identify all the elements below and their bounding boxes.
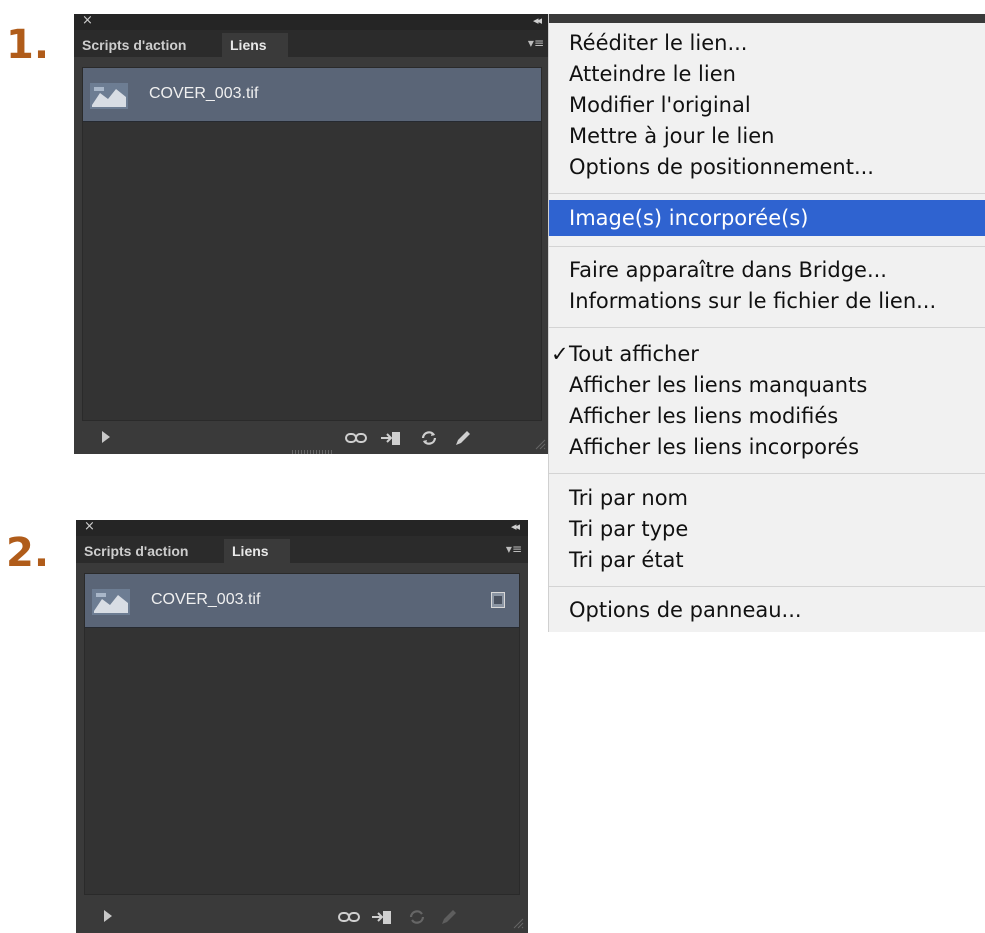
menu-item-sort-type[interactable]: Tri par type bbox=[569, 516, 688, 543]
menu-separator bbox=[549, 246, 985, 247]
relink-icon[interactable] bbox=[338, 908, 360, 926]
menu-item-panel-options[interactable]: Options de panneau... bbox=[569, 597, 802, 624]
menu-item-show-embedded[interactable]: Afficher les liens incorporés bbox=[569, 434, 859, 461]
thumbnail-icon bbox=[92, 589, 130, 615]
link-row[interactable]: COVER_003.tif bbox=[85, 574, 519, 628]
panel-menu-icon[interactable]: ▾≡ bbox=[506, 542, 522, 556]
panel-bottom-bar bbox=[76, 901, 528, 933]
collapse-icon[interactable]: ◂◂ bbox=[533, 14, 542, 29]
tab-scripts[interactable]: Scripts d'action bbox=[84, 539, 188, 563]
tab-bar: Scripts d'action Liens ▾≡ bbox=[74, 30, 550, 57]
menu-item-embed-images[interactable]: Image(s) incorporée(s) bbox=[569, 205, 808, 232]
edit-original-icon bbox=[442, 910, 456, 924]
menu-item-sort-state[interactable]: Tri par état bbox=[569, 547, 684, 574]
menu-item-reveal-in-bridge[interactable]: Faire apparaître dans Bridge... bbox=[569, 257, 887, 284]
tab-links[interactable]: Liens bbox=[222, 33, 288, 57]
menu-separator bbox=[549, 327, 985, 328]
menu-item-reedit-link[interactable]: Rééditer le lien... bbox=[569, 30, 747, 57]
menu-item-sort-name[interactable]: Tri par nom bbox=[569, 485, 688, 512]
resize-grip-icon[interactable] bbox=[512, 917, 524, 929]
link-row[interactable]: COVER_003.tif bbox=[83, 68, 541, 122]
panel-topbar: × ◂◂ bbox=[76, 520, 528, 536]
tab-bar: Scripts d'action Liens ▾≡ bbox=[76, 536, 528, 563]
step-2-label: 2. bbox=[6, 530, 50, 576]
link-file-name: COVER_003.tif bbox=[149, 85, 259, 102]
menu-item-show-missing[interactable]: Afficher les liens manquants bbox=[569, 372, 867, 399]
menu-item-placement-options[interactable]: Options de positionnement... bbox=[569, 154, 874, 181]
close-icon[interactable]: × bbox=[84, 520, 95, 535]
tab-links[interactable]: Liens bbox=[224, 539, 290, 563]
update-link-icon bbox=[409, 910, 425, 924]
resize-grip-icon[interactable] bbox=[534, 438, 546, 450]
check-icon: ✓ bbox=[551, 342, 569, 366]
panel-context-menu: Rééditer le lien... Atteindre le lien Mo… bbox=[548, 14, 985, 632]
thumbnail-icon bbox=[90, 83, 128, 109]
links-list: COVER_003.tif bbox=[84, 573, 520, 895]
menu-item-link-file-info[interactable]: Informations sur le fichier de lien... bbox=[569, 288, 936, 315]
menu-item-edit-original[interactable]: Modifier l'original bbox=[569, 92, 751, 119]
goto-link-icon[interactable] bbox=[380, 429, 402, 447]
panel-menu-icon[interactable]: ▾≡ bbox=[528, 36, 544, 50]
relink-icon[interactable] bbox=[345, 429, 367, 447]
panel-topbar: × ◂◂ bbox=[74, 14, 550, 30]
links-panel-2: × ◂◂ Scripts d'action Liens ▾≡ COVER_003… bbox=[76, 520, 528, 933]
edit-original-icon[interactable] bbox=[452, 429, 474, 447]
update-link-icon[interactable] bbox=[418, 429, 440, 447]
drag-handle[interactable] bbox=[292, 450, 332, 454]
goto-link-icon[interactable] bbox=[371, 908, 393, 926]
menu-separator bbox=[549, 193, 985, 194]
embedded-icon bbox=[491, 592, 505, 608]
menu-top-edge bbox=[549, 14, 985, 23]
step-1-label: 1. bbox=[6, 22, 50, 68]
play-icon[interactable] bbox=[104, 910, 112, 922]
menu-item-update-link[interactable]: Mettre à jour le lien bbox=[569, 123, 774, 150]
menu-item-show-all[interactable]: Tout afficher bbox=[569, 341, 699, 368]
menu-item-goto-link[interactable]: Atteindre le lien bbox=[569, 61, 736, 88]
menu-separator bbox=[549, 473, 985, 474]
play-icon[interactable] bbox=[102, 431, 110, 443]
tab-scripts[interactable]: Scripts d'action bbox=[82, 33, 186, 57]
collapse-icon[interactable]: ◂◂ bbox=[511, 520, 520, 535]
close-icon[interactable]: × bbox=[82, 14, 93, 29]
links-panel-1: × ◂◂ Scripts d'action Liens ▾≡ COVER_003… bbox=[74, 14, 550, 454]
links-list: COVER_003.tif bbox=[82, 67, 542, 421]
link-file-name: COVER_003.tif bbox=[151, 591, 261, 608]
menu-separator bbox=[549, 586, 985, 587]
menu-item-show-modified[interactable]: Afficher les liens modifiés bbox=[569, 403, 838, 430]
